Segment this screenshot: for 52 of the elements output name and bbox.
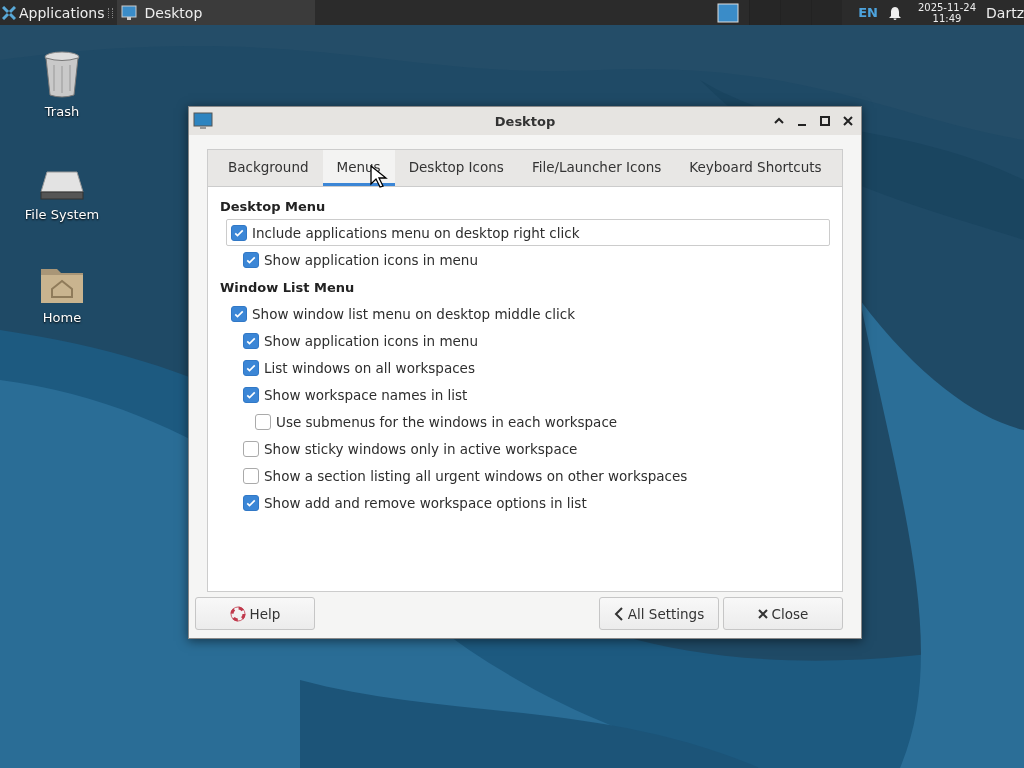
separator-handle-icon xyxy=(107,7,113,18)
monitor-icon xyxy=(120,4,137,21)
all-settings-button[interactable]: All Settings xyxy=(599,597,719,630)
tab[interactable]: Keyboard Shortcuts xyxy=(675,150,836,186)
option-label: Show application icons in menu xyxy=(264,332,478,349)
checkbox[interactable] xyxy=(231,305,247,322)
section-heading: Window List Menu xyxy=(220,280,356,295)
checkbox[interactable] xyxy=(243,359,259,376)
option-label: Show a section listing all urgent windows on other workspaces xyxy=(264,467,688,484)
chevron-left-icon xyxy=(613,606,624,621)
drive-icon[interactable] xyxy=(39,168,85,202)
checkbox[interactable] xyxy=(243,440,259,457)
tab[interactable]: Desktop Icons xyxy=(394,150,518,186)
taskbar-button[interactable]: Desktop xyxy=(116,0,315,25)
close-button[interactable]: Close xyxy=(723,597,843,630)
option-label: Show add and remove workspace options in list xyxy=(264,494,587,511)
close-icon xyxy=(757,608,768,619)
checkbox[interactable] xyxy=(231,224,247,241)
option-label: Show workspace names in list xyxy=(264,386,468,403)
trash-can-icon[interactable] xyxy=(42,51,82,99)
option-label: Show window list menu on desktop middle click xyxy=(252,305,575,322)
checkbox[interactable] xyxy=(243,251,259,268)
keyboard-layout[interactable]: EN xyxy=(858,5,878,20)
clock-time: 11:49 xyxy=(932,12,962,24)
mouse-logo-icon xyxy=(2,5,16,20)
window-thumbnail-icon xyxy=(717,2,740,23)
monitor-icon xyxy=(193,112,213,130)
tab[interactable]: File/Launcher Icons xyxy=(517,150,676,186)
desktop-icon-label[interactable]: File System xyxy=(24,207,100,222)
option-label: List windows on all workspaces xyxy=(264,359,475,376)
checkbox[interactable] xyxy=(243,386,259,403)
tab[interactable]: Background xyxy=(214,150,323,186)
lifebuoy-icon xyxy=(229,605,246,622)
option-label: Include applications menu on desktop right click xyxy=(252,224,580,241)
checkbox[interactable] xyxy=(243,467,259,484)
close-icon[interactable] xyxy=(841,114,855,128)
option-label: Use submenus for the windows in each workspace xyxy=(276,413,618,430)
bell-icon[interactable] xyxy=(887,5,902,20)
checkbox[interactable] xyxy=(255,413,271,430)
checkbox[interactable] xyxy=(243,494,259,511)
clock-date: 2025-11-24 xyxy=(917,1,977,13)
maximize-icon[interactable] xyxy=(818,114,832,128)
desktop-icon-label[interactable]: Home xyxy=(42,310,82,325)
option-label: Show sticky windows only in active workspace xyxy=(264,440,578,457)
checkbox[interactable] xyxy=(243,332,259,349)
window-title: Desktop xyxy=(494,113,556,129)
user-name[interactable]: Dartz xyxy=(986,4,1024,21)
applications-menu-button[interactable]: Applications xyxy=(0,4,107,21)
help-button[interactable]: Help xyxy=(195,597,315,630)
option-label: Show application icons in menu xyxy=(264,251,478,268)
desktop-icon-label[interactable]: Trash xyxy=(44,104,80,119)
section-heading: Desktop Menu xyxy=(220,199,327,214)
